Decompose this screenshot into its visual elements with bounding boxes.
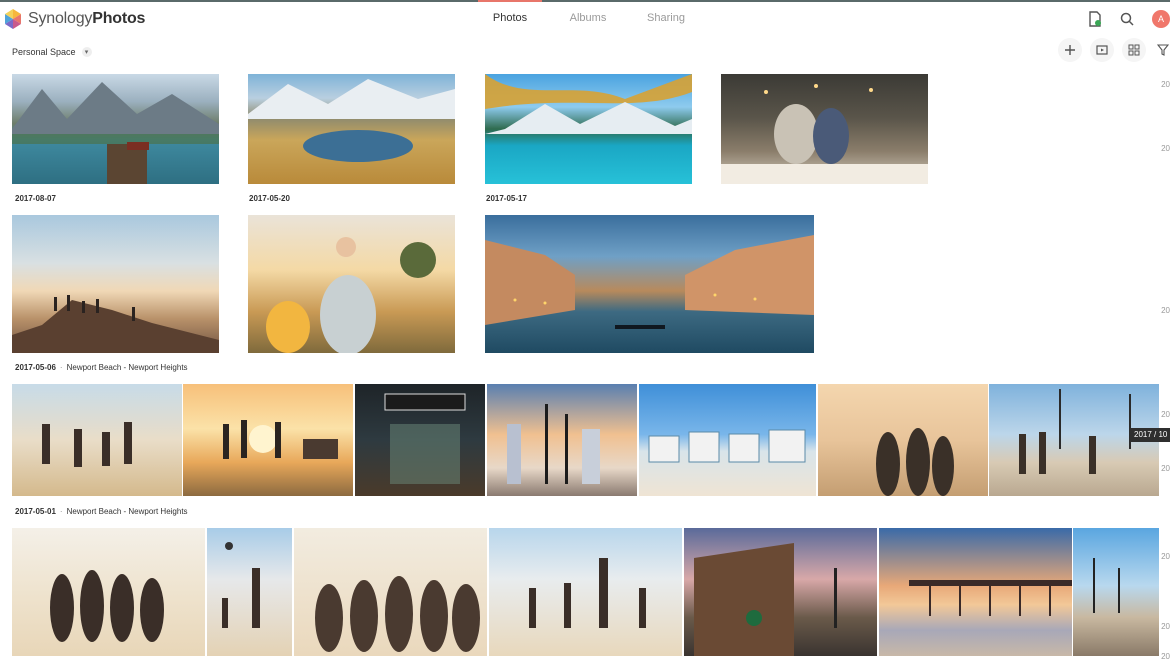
- lifeguard-tower-jump-photo[interactable]: [183, 384, 353, 496]
- space-selector-label: Personal Space: [12, 47, 76, 57]
- add-button[interactable]: [1058, 38, 1082, 62]
- chevron-down-icon: ▾: [81, 47, 92, 57]
- beach-volleyball-group-photo[interactable]: [489, 528, 682, 656]
- mountain-lake-boats-photo[interactable]: [12, 74, 219, 184]
- timeline-tick[interactable]: 20: [1161, 622, 1170, 631]
- document-status-icon[interactable]: [1084, 8, 1106, 30]
- starbucks-storefront-photo[interactable]: [355, 384, 485, 496]
- search-icon[interactable]: [1116, 8, 1138, 30]
- filter-icon: [1157, 44, 1169, 56]
- timeline-tooltip: 2017 / 10: [1130, 428, 1170, 442]
- venice-canal-photo[interactable]: [485, 215, 814, 353]
- friends-selfie-sunset-photo[interactable]: [818, 384, 988, 496]
- synology-photos-logo-icon: [2, 8, 24, 30]
- beach-skating-friends-photo[interactable]: [12, 384, 182, 496]
- date-label: 2017-05-20: [249, 194, 290, 203]
- grid-view-icon: [1128, 44, 1140, 56]
- timeline-tick[interactable]: 20: [1161, 410, 1170, 419]
- beach-group-photo[interactable]: [12, 528, 205, 656]
- starbucks-corner-photo[interactable]: [684, 528, 877, 656]
- date-label: 2017-08-07: [15, 194, 56, 203]
- app-title: SynologyPhotos: [28, 10, 146, 27]
- tab-albums[interactable]: Albums: [556, 2, 620, 36]
- app-brand[interactable]: SynologyPhotos: [2, 6, 145, 32]
- father-child-field-photo[interactable]: [248, 215, 455, 353]
- alpine-tarn-photo[interactable]: [248, 74, 455, 184]
- timeline-tick[interactable]: 20: [1161, 306, 1170, 315]
- top-icons: A: [1074, 8, 1170, 30]
- date-label: 2017-05-17: [486, 194, 527, 203]
- timeline-tick[interactable]: 20: [1161, 652, 1170, 661]
- pier-sunset-photo[interactable]: [879, 528, 1072, 656]
- filter-button[interactable]: [1156, 38, 1170, 62]
- slideshow-button[interactable]: [1090, 38, 1114, 62]
- slideshow-icon: [1096, 45, 1108, 55]
- timeline-tick[interactable]: 20: [1161, 80, 1170, 89]
- family-dinner-photo[interactable]: [721, 74, 928, 184]
- group-caption: 2017-05-06 · Newport Beach - Newport Heigh…: [15, 363, 188, 372]
- sand-palms-photo[interactable]: [1073, 528, 1159, 656]
- volleyball-photo[interactable]: [207, 528, 292, 656]
- photo-toolbar: [1050, 38, 1170, 62]
- timeline-tick[interactable]: 20: [1161, 144, 1170, 153]
- palm-skyline-photo[interactable]: [487, 384, 637, 496]
- grid-view-button[interactable]: [1122, 38, 1146, 62]
- party-friends-photo[interactable]: [294, 528, 487, 656]
- add-icon: [1065, 45, 1075, 55]
- hikers-summit-photo[interactable]: [12, 215, 219, 353]
- user-avatar[interactable]: A: [1152, 10, 1170, 28]
- timeline-tick[interactable]: 20: [1161, 464, 1170, 473]
- timeline-tick[interactable]: 20: [1161, 552, 1170, 561]
- group-caption: 2017-05-01 · Newport Beach - Newport Heigh…: [15, 507, 188, 516]
- tab-sharing[interactable]: Sharing: [634, 2, 698, 36]
- turquoise-lake-photo[interactable]: [485, 74, 692, 184]
- beach-houses-photo[interactable]: [639, 384, 816, 496]
- top-bar: SynologyPhotos Photos Albums Sharing A: [0, 0, 1170, 36]
- space-selector[interactable]: Personal Space ▾: [12, 47, 92, 57]
- tab-photos[interactable]: Photos: [478, 0, 542, 36]
- main-tabs: Photos Albums Sharing: [478, 0, 712, 36]
